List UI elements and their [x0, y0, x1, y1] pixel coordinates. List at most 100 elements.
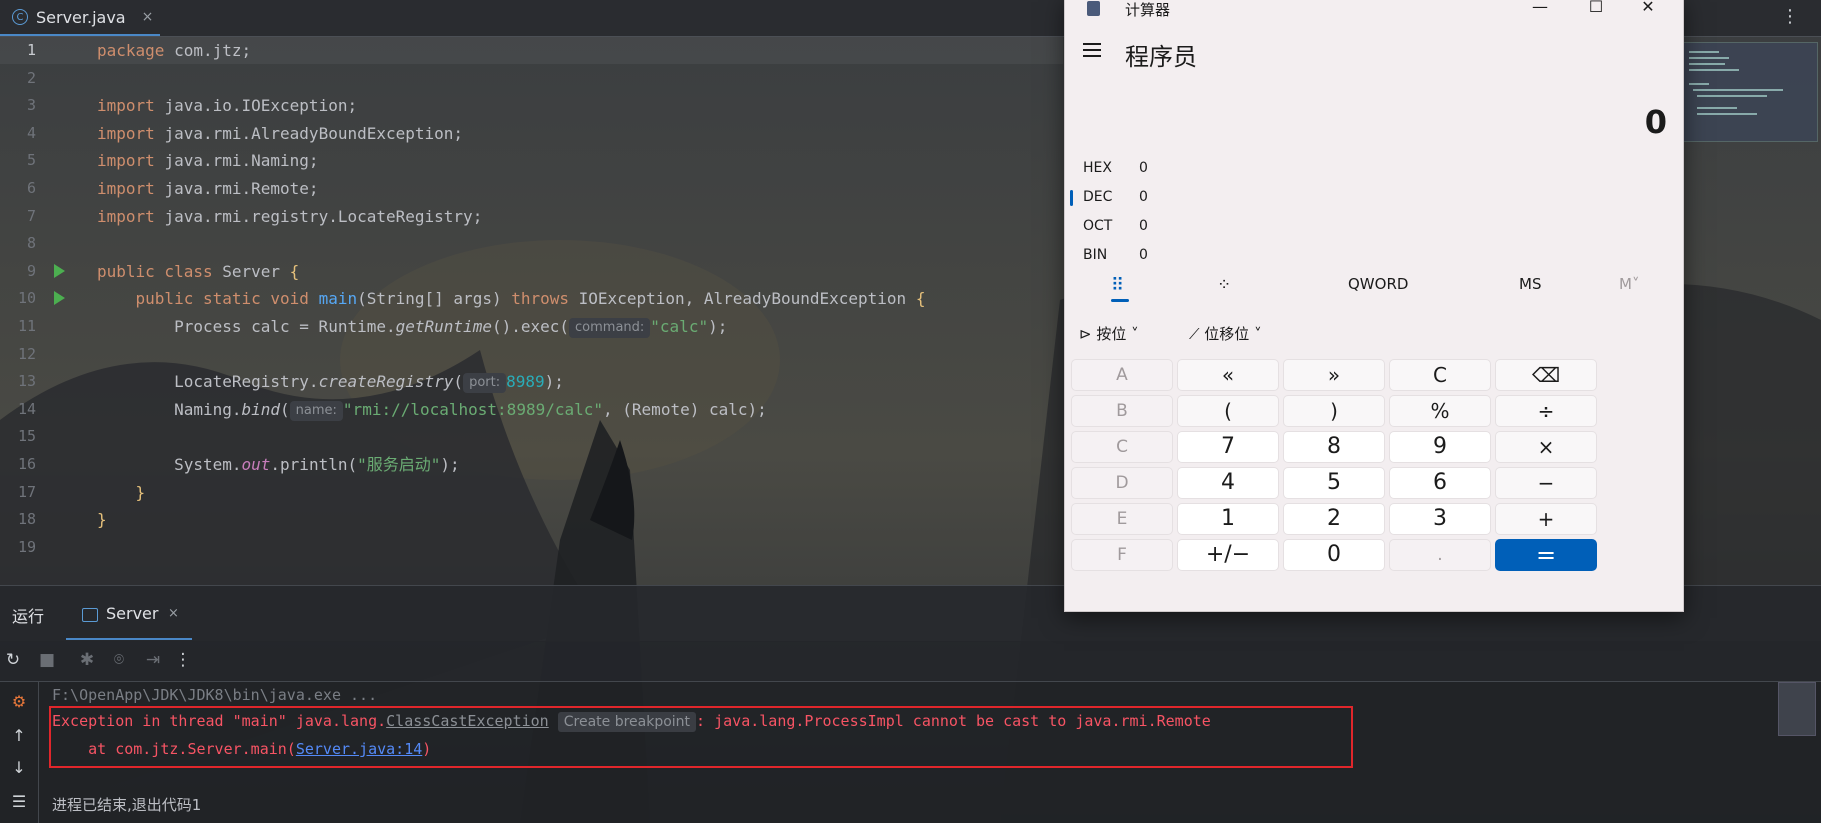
- backspace-button[interactable]: ⌫: [1495, 359, 1597, 391]
- console-output[interactable]: ⚙ ↑ ↓ ☰ F:\OpenApp\JDK\JDK8\bin\java.exe…: [0, 682, 1821, 823]
- memory-store-button[interactable]: MS: [1519, 275, 1541, 305]
- open-paren-button[interactable]: (: [1177, 395, 1279, 427]
- exception-class-link[interactable]: ClassCastException: [386, 712, 549, 730]
- code-token: (: [280, 399, 290, 419]
- close-icon[interactable]: ×: [142, 9, 154, 25]
- close-icon[interactable]: ×: [168, 606, 179, 621]
- code-token: public static void: [135, 289, 319, 309]
- code-token: java.rmi.Remote;: [164, 179, 319, 198]
- code-token: getRuntime: [395, 317, 492, 336]
- bit-toggle-keypad-icon[interactable]: ⁘: [1217, 275, 1231, 305]
- code-token: Naming.: [97, 399, 242, 419]
- services-icon[interactable]: ⚙: [9, 692, 29, 711]
- stop-icon[interactable]: ■: [36, 649, 58, 671]
- console-minimap[interactable]: [1778, 682, 1816, 736]
- multiply-button[interactable]: ×: [1495, 431, 1597, 463]
- digit-1-button[interactable]: 1: [1177, 503, 1279, 535]
- run-panel-title[interactable]: 运行: [12, 603, 44, 627]
- close-button[interactable]: ✕: [1625, 0, 1671, 21]
- camera-icon[interactable]: ⌾: [108, 649, 130, 671]
- digit-5-button[interactable]: 5: [1283, 467, 1385, 499]
- negate-button[interactable]: +/−: [1177, 539, 1279, 571]
- run-gutter-icon[interactable]: [54, 291, 65, 306]
- code-token: ().exec(: [491, 317, 570, 336]
- memory-menu-button[interactable]: M˅: [1619, 275, 1639, 305]
- digit-6-button[interactable]: 6: [1389, 467, 1491, 499]
- hex-e-button[interactable]: E: [1071, 503, 1173, 535]
- code-token: import: [97, 96, 165, 116]
- bitshift-dropdown[interactable]: ⟋ 位移位 ˅: [1189, 323, 1262, 344]
- digit-4-button[interactable]: 4: [1177, 467, 1279, 499]
- line-number: 10: [17, 289, 36, 308]
- source-link[interactable]: Server.java:14: [296, 740, 422, 758]
- word-size-button[interactable]: QWORD: [1348, 275, 1408, 305]
- add-button[interactable]: +: [1495, 503, 1597, 535]
- run-gutter-icon[interactable]: [54, 263, 65, 278]
- hex-d-button[interactable]: D: [1071, 467, 1173, 499]
- subtract-button[interactable]: −: [1495, 467, 1597, 499]
- console-error-line: Exception in thread "main" java.lang.Cla…: [52, 712, 1211, 732]
- more-options-icon[interactable]: ⋮: [1781, 6, 1799, 27]
- hex-b-button[interactable]: B: [1071, 395, 1173, 427]
- code-text: import java.rmi.AlreadyBoundException;: [97, 120, 463, 147]
- code-token: , (Remote) calc);: [603, 399, 767, 419]
- digit-3-button[interactable]: 3: [1389, 503, 1491, 535]
- debug-icon[interactable]: ✱: [76, 649, 98, 671]
- down-arrow-icon[interactable]: ↓: [9, 758, 29, 777]
- code-token: out: [241, 455, 271, 474]
- soft-wrap-icon[interactable]: ☰: [9, 792, 29, 811]
- parameter-hint: port:: [463, 373, 507, 394]
- tab-server-java[interactable]: C Server.java ×: [0, 0, 160, 36]
- run-tab-server[interactable]: Server ×: [66, 594, 192, 640]
- code-token: package: [97, 41, 175, 60]
- code-line[interactable]: 1 package com.jtz;: [0, 37, 1063, 64]
- editor-minimap[interactable]: [1682, 42, 1818, 142]
- hex-f-button[interactable]: F: [1071, 539, 1173, 571]
- equals-button[interactable]: =: [1495, 539, 1597, 571]
- divide-button[interactable]: ÷: [1495, 395, 1597, 427]
- code-token: "服务启动": [357, 455, 441, 474]
- percent-button[interactable]: %: [1389, 395, 1491, 427]
- code-token: 8989: [506, 372, 545, 392]
- digit-7-button[interactable]: 7: [1177, 431, 1279, 463]
- digit-8-button[interactable]: 8: [1283, 431, 1385, 463]
- exit-icon[interactable]: ⇥: [142, 649, 164, 671]
- more-options-icon[interactable]: ⋮: [172, 649, 194, 671]
- calculator-title: 计算器: [1125, 1, 1171, 19]
- digit-9-button[interactable]: 9: [1389, 431, 1491, 463]
- close-paren-button[interactable]: ): [1283, 395, 1385, 427]
- code-token: createRegistry: [318, 372, 454, 392]
- radix-row-hex[interactable]: HEX 0: [1083, 160, 1148, 176]
- line-number: 4: [26, 123, 36, 142]
- bitshift-icon: ⟋: [1189, 325, 1205, 343]
- rerun-icon[interactable]: ↻: [2, 649, 24, 671]
- bitwise-dropdown[interactable]: ⊳ 按位 ˅: [1079, 323, 1139, 344]
- calculator-mode-title: 程序员: [1125, 43, 1197, 71]
- shift-right-button[interactable]: »: [1283, 359, 1385, 391]
- minimize-button[interactable]: —: [1517, 0, 1563, 21]
- code-token: {: [289, 261, 300, 281]
- line-number: 1: [26, 41, 36, 59]
- code-text: System.out.println("服务启动");: [97, 451, 460, 478]
- radix-row-bin[interactable]: BIN 0: [1083, 247, 1148, 263]
- code-token: throws: [511, 289, 579, 309]
- clear-button[interactable]: C: [1389, 359, 1491, 391]
- up-arrow-icon[interactable]: ↑: [9, 726, 29, 745]
- line-number: 19: [17, 537, 36, 556]
- code-token: Process calc = Runtime.: [97, 317, 396, 336]
- hex-c-button[interactable]: C: [1071, 431, 1173, 463]
- digit-2-button[interactable]: 2: [1283, 503, 1385, 535]
- hex-a-button[interactable]: A: [1071, 359, 1173, 391]
- line-number: 2: [26, 68, 36, 87]
- code-token: LocateRegistry.: [97, 372, 319, 392]
- code-token: com.jtz;: [174, 41, 252, 60]
- shift-left-button[interactable]: «: [1177, 359, 1279, 391]
- decimal-button[interactable]: .: [1389, 539, 1491, 571]
- navigation-menu-icon[interactable]: [1083, 43, 1101, 57]
- calculator-titlebar[interactable]: 计算器 — ☐ ✕: [1065, 0, 1683, 27]
- radix-row-oct[interactable]: OCT 0: [1083, 218, 1148, 234]
- maximize-button[interactable]: ☐: [1573, 0, 1619, 21]
- create-breakpoint-hint[interactable]: Create breakpoint: [557, 712, 697, 732]
- digit-0-button[interactable]: 0: [1283, 539, 1385, 571]
- radix-row-dec[interactable]: DEC 0: [1083, 189, 1148, 205]
